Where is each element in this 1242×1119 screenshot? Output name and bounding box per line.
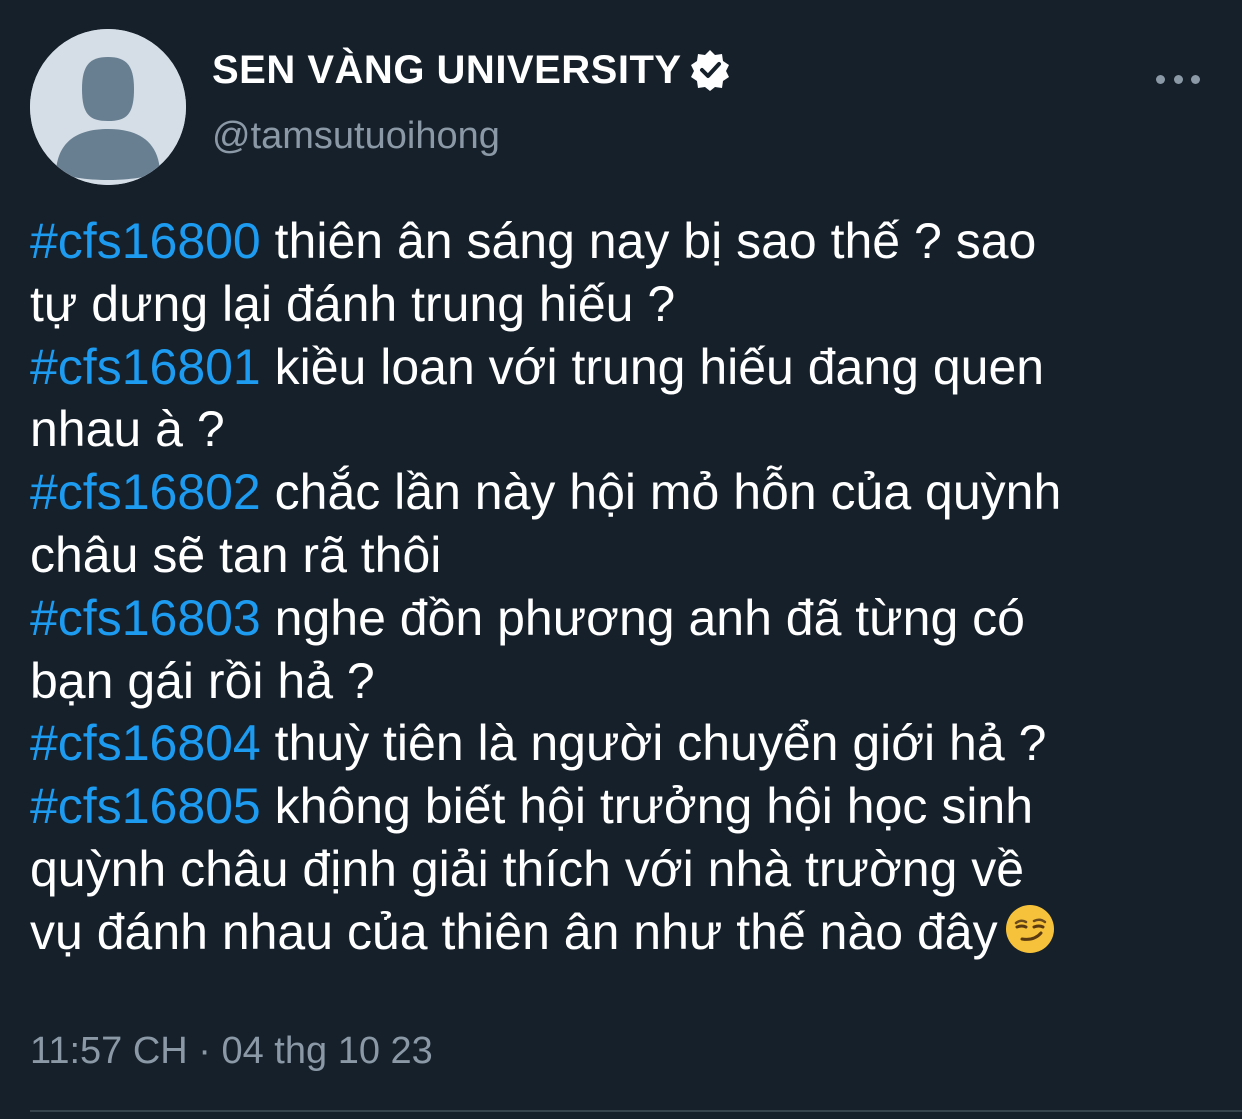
author-name-row[interactable]: SEN VÀNG UNIVERSITY bbox=[212, 46, 732, 94]
hashtag-link[interactable]: #cfs16802 bbox=[30, 464, 261, 520]
author-handle[interactable]: @tamsutuoihong bbox=[212, 112, 500, 160]
tweet-line-text: vụ đánh nhau của thiên ân như thế nào đâ… bbox=[30, 903, 998, 960]
default-avatar-icon bbox=[30, 29, 186, 185]
hashtag-link[interactable]: #cfs16804 bbox=[30, 715, 261, 771]
more-options-icon[interactable] bbox=[1156, 62, 1200, 96]
tweet-line-text: kiều loan với trung hiếu đang quen bbox=[260, 338, 1045, 395]
tweet-line: #cfs16803 nghe đồn phương anh đã từng có bbox=[30, 587, 1225, 650]
avatar[interactable] bbox=[30, 29, 186, 185]
tweet-line-text: nghe đồn phương anh đã từng có bbox=[260, 589, 1025, 646]
verified-badge-icon bbox=[690, 50, 729, 91]
hashtag-link[interactable]: #cfs16805 bbox=[30, 778, 261, 834]
tweet-line: #cfs16804 thuỳ tiên là người chuyển giới… bbox=[30, 712, 1225, 775]
more-dot bbox=[1191, 74, 1200, 84]
tweet-line-text: tự dưng lại đánh trung hiếu ? bbox=[30, 275, 676, 332]
tweet-timestamp[interactable]: 11:57 CH · 04 thg 10 23 bbox=[30, 1026, 433, 1076]
tweet-line: nhau à ? bbox=[30, 398, 1225, 461]
tweet-line: #cfs16802 chắc lần này hội mỏ hỗn của qu… bbox=[30, 461, 1225, 524]
tweet-line-text: nhau à ? bbox=[30, 401, 225, 458]
more-dot bbox=[1173, 74, 1183, 84]
more-dot bbox=[1156, 74, 1165, 84]
tweet-line: quỳnh châu định giải thích với nhà trườn… bbox=[30, 838, 1225, 901]
tweet-line: #cfs16801 kiều loan với trung hiếu đang … bbox=[30, 336, 1225, 399]
tweet-text: #cfs16800 thiên ân sáng nay bị sao thế ?… bbox=[30, 210, 1225, 964]
divider bbox=[30, 1110, 1242, 1112]
tweet-line-text: thiên ân sáng nay bị sao thế ? sao bbox=[260, 213, 1037, 269]
tweet-line: bạn gái rồi hả ? bbox=[30, 650, 1225, 713]
tweet-line: #cfs16800 thiên ân sáng nay bị sao thế ?… bbox=[30, 210, 1225, 273]
hashtag-link[interactable]: #cfs16800 bbox=[30, 213, 261, 269]
tweet-line-text: thuỳ tiên là người chuyển giới hả ? bbox=[260, 715, 1047, 772]
tweet-line: tự dưng lại đánh trung hiếu ? bbox=[30, 273, 1225, 336]
tweet-line-text: không biết hội trưởng hội học sinh bbox=[260, 778, 1034, 835]
hashtag-link[interactable]: #cfs16803 bbox=[30, 590, 261, 646]
display-name[interactable]: SEN VÀNG UNIVERSITY bbox=[212, 46, 682, 94]
tweet-line: #cfs16805 không biết hội trưởng hội học … bbox=[30, 775, 1225, 838]
hashtag-link[interactable]: #cfs16801 bbox=[30, 339, 261, 395]
tweet-line: vụ đánh nhau của thiên ân như thế nào đâ… bbox=[30, 901, 1225, 964]
tweet-line-text: châu sẽ tan rã thôi bbox=[30, 526, 442, 583]
tweet-line-text: bạn gái rồi hả ? bbox=[30, 652, 375, 709]
tweet-line-text: quỳnh châu định giải thích với nhà trườn… bbox=[30, 840, 1025, 897]
tweet-line: châu sẽ tan rã thôi bbox=[30, 524, 1225, 587]
smirking-face-emoji-icon bbox=[1005, 904, 1054, 953]
tweet-line-text: chắc lần này hội mỏ hỗn của quỳnh bbox=[260, 464, 1062, 521]
